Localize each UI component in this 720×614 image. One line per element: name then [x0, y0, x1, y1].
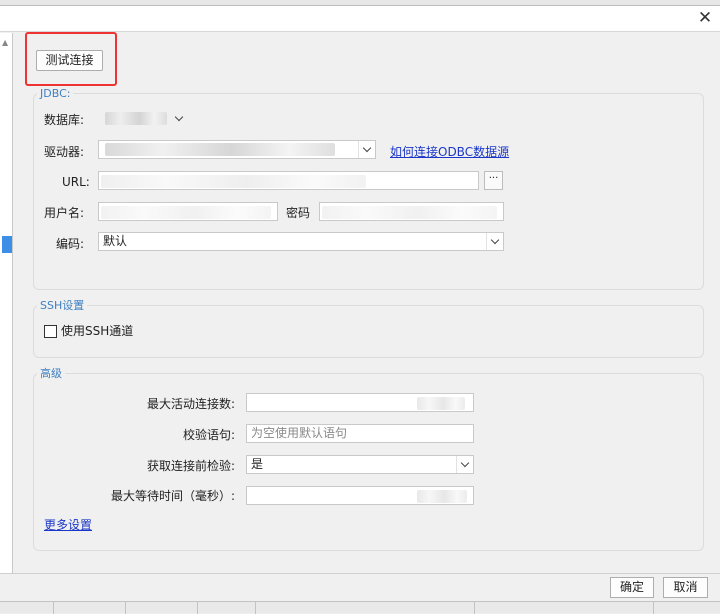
advanced-group-title: 高级 [37, 367, 65, 380]
url-input[interactable] [98, 171, 479, 190]
encoding-select[interactable]: 默认 [98, 232, 504, 251]
selected-item-marker[interactable] [2, 236, 12, 253]
url-value-redacted [101, 175, 366, 188]
chevron-down-icon[interactable] [170, 110, 187, 127]
url-browse-button[interactable]: ··· [484, 171, 503, 190]
driver-label: 驱动器: [44, 145, 85, 159]
username-input[interactable] [98, 202, 278, 221]
password-input[interactable] [319, 202, 504, 221]
encoding-value: 默认 [103, 234, 128, 248]
max-active-label: 最大活动连接数: [146, 397, 235, 411]
bottom-strip-divider [255, 602, 256, 614]
use-ssh-label[interactable]: 使用SSH通道 [61, 323, 133, 339]
username-value-redacted [101, 206, 271, 219]
validation-query-input[interactable]: 为空使用默认语句 [246, 424, 474, 443]
test-connection-button[interactable]: 测试连接 [36, 50, 103, 71]
chevron-down-icon[interactable] [358, 141, 375, 158]
bottom-strip-divider [474, 602, 475, 614]
scroll-up-icon[interactable]: ▲ [2, 38, 8, 47]
max-active-input[interactable] [246, 393, 474, 412]
test-before-borrow-label: 获取连接前检验: [146, 459, 235, 473]
validation-query-label: 校验语句: [182, 428, 235, 442]
bottom-taskbar-strip [0, 601, 720, 614]
odbc-help-link[interactable]: 如何连接ODBC数据源 [390, 144, 509, 160]
database-value-redacted [105, 112, 167, 125]
more-settings-link[interactable]: 更多设置 [44, 517, 92, 533]
password-label: 密码 [286, 206, 311, 220]
jdbc-group-title: JDBC: [37, 87, 74, 100]
chevron-down-icon[interactable] [486, 233, 503, 250]
bottom-strip-divider [53, 602, 54, 614]
url-label: URL: [62, 175, 90, 189]
test-before-borrow-select[interactable]: 是 [246, 455, 474, 474]
database-select[interactable] [98, 109, 188, 128]
max-wait-value-redacted [417, 490, 467, 503]
left-tree-panel: ▲ [0, 33, 13, 573]
title-bar: ✕ [0, 6, 720, 32]
ok-button[interactable]: 确定 [610, 577, 654, 598]
encoding-label: 编码: [56, 237, 85, 251]
max-active-value-redacted [417, 397, 465, 410]
driver-select[interactable] [98, 140, 376, 159]
password-value-redacted [322, 206, 497, 219]
close-icon[interactable]: ✕ [696, 9, 714, 27]
database-label: 数据库: [44, 113, 85, 127]
bottom-strip-divider [125, 602, 126, 614]
driver-value-redacted [105, 143, 335, 156]
ssh-group-title: SSH设置 [37, 299, 88, 312]
max-wait-label: 最大等待时间（毫秒）: [110, 489, 235, 503]
max-wait-input[interactable] [246, 486, 474, 505]
use-ssh-checkbox[interactable] [44, 325, 57, 338]
bottom-strip-divider [653, 602, 654, 614]
bottom-strip-divider [197, 602, 198, 614]
validation-query-placeholder: 为空使用默认语句 [251, 426, 348, 440]
chevron-down-icon[interactable] [456, 456, 473, 473]
username-label: 用户名: [44, 206, 85, 220]
ssh-group [33, 305, 704, 358]
test-before-borrow-value: 是 [251, 457, 264, 471]
footer-separator [0, 573, 720, 574]
cancel-button[interactable]: 取消 [663, 577, 708, 598]
